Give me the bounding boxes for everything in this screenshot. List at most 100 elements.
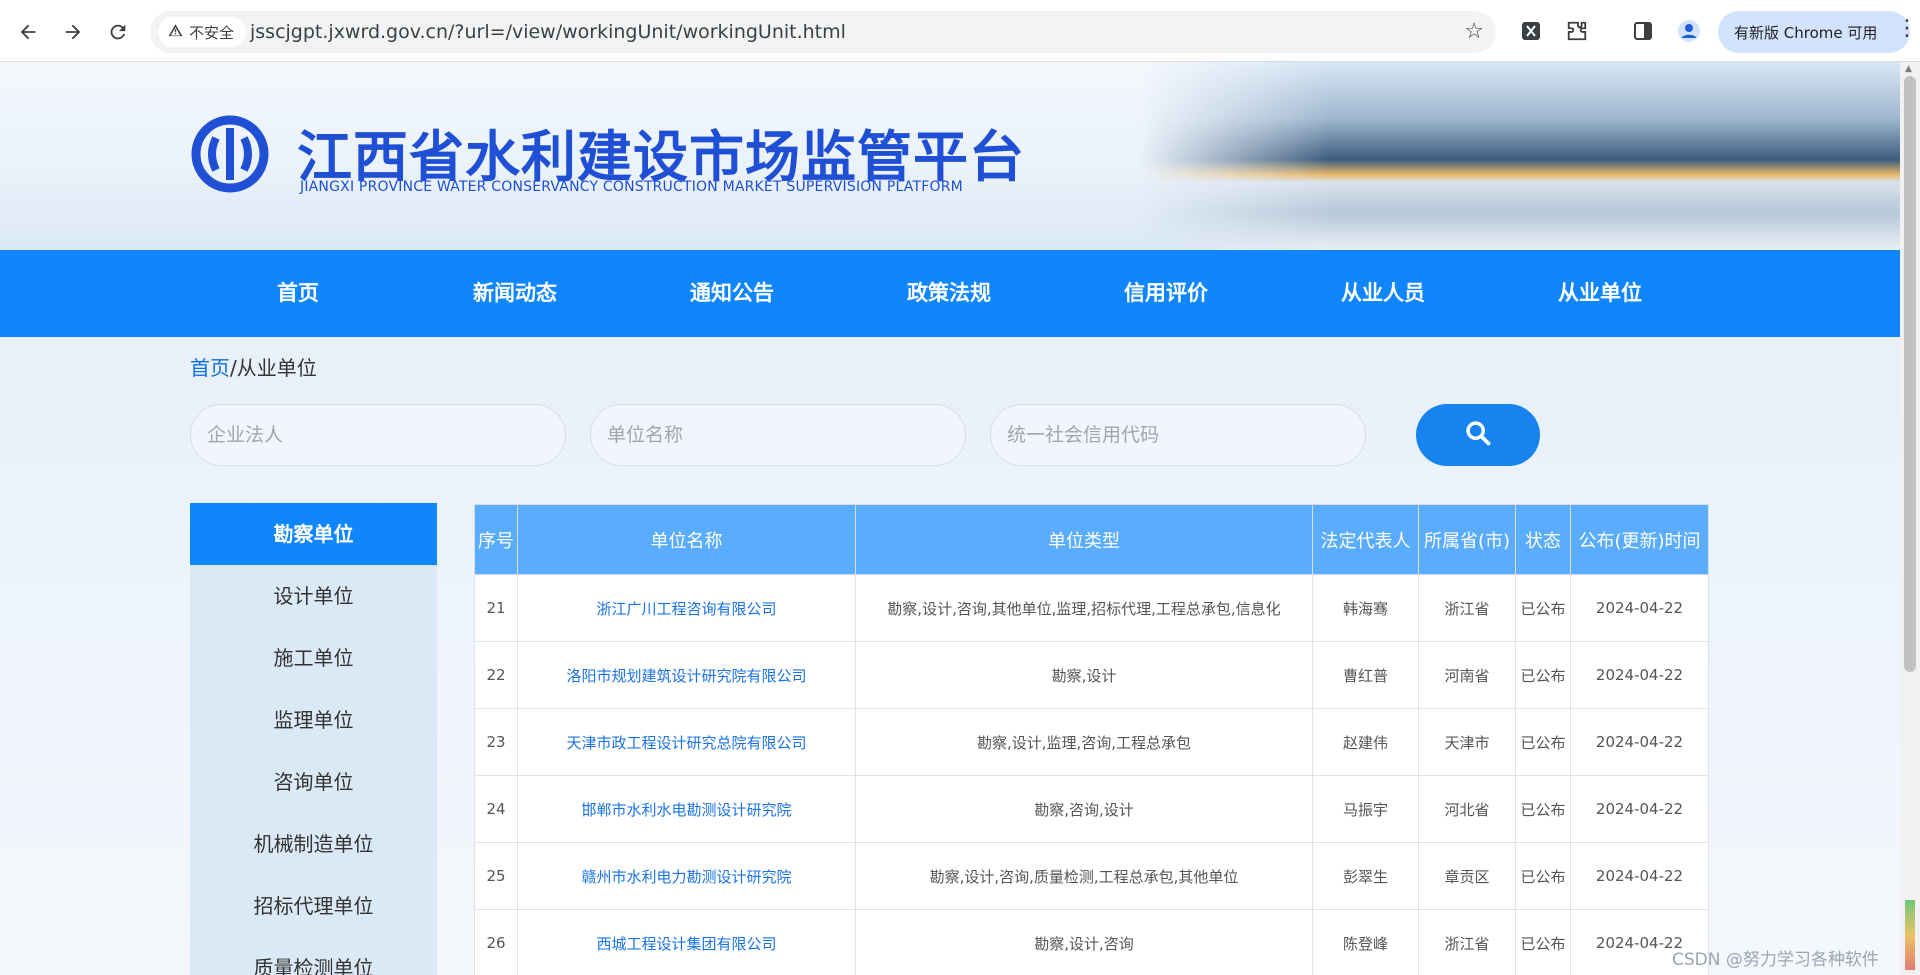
- side-item-machinery[interactable]: 机械制造单位: [190, 813, 437, 875]
- table-row: 24 邯郸市水利水电勘测设计研究院 勘察,咨询,设计 马振宇 河北省 已公布 2…: [474, 775, 1709, 843]
- edge-decoration: [1905, 900, 1915, 970]
- security-label: 不安全: [189, 23, 235, 42]
- table-row: 22 洛阳市规划建筑设计研究院有限公司 勘察,设计 曹红普 河南省 已公布 20…: [474, 641, 1709, 709]
- cell-type: 勘察,设计,监理,咨询,工程总承包: [855, 708, 1313, 776]
- cell-no: 22: [474, 641, 518, 709]
- csdn-watermark: CSDN @努力学习各种软件: [1672, 950, 1879, 970]
- col-header-province: 所属省(市): [1418, 504, 1516, 575]
- cell-rep: 赵建伟: [1312, 708, 1419, 776]
- cell-date: 2024-04-22: [1570, 574, 1709, 642]
- col-header-type: 单位类型: [855, 504, 1313, 575]
- table-row: 21 浙江广川工程咨询有限公司 勘察,设计,咨询,其他单位,监理,招标代理,工程…: [474, 574, 1709, 642]
- col-header-status: 状态: [1515, 504, 1571, 575]
- cell-no: 21: [474, 574, 518, 642]
- profile-avatar-icon[interactable]: [1676, 18, 1702, 44]
- site-subtitle: JIANGXI PROVINCE WATER CONSERVANCY CONST…: [300, 179, 963, 195]
- cell-date: 2024-04-22: [1570, 708, 1709, 776]
- cell-no: 26: [474, 909, 518, 975]
- page-scrollbar[interactable]: ▲: [1900, 62, 1920, 975]
- back-arrow-icon[interactable]: [10, 14, 46, 50]
- main-nav: 首页 新闻动态 通知公告 政策法规 信用评价 从业人员 从业单位: [0, 250, 1900, 337]
- cell-date: 2024-04-22: [1570, 775, 1709, 843]
- breadcrumb-current: /从业单位: [230, 356, 317, 380]
- nav-news[interactable]: 新闻动态: [473, 250, 557, 337]
- forward-arrow-icon[interactable]: [55, 14, 91, 50]
- cell-unit-name-link[interactable]: 邯郸市水利水电勘测设计研究院: [517, 775, 856, 843]
- cell-province: 河南省: [1418, 641, 1516, 709]
- cell-status: 已公布: [1515, 775, 1571, 843]
- lake-sunset-image: [1140, 62, 1900, 250]
- scroll-up-arrow-icon[interactable]: ▲: [1905, 64, 1912, 74]
- credit-code-input[interactable]: 统一社会信用代码: [990, 404, 1366, 466]
- side-item-quality-testing[interactable]: 质量检测单位: [190, 937, 437, 975]
- search-icon: [1464, 419, 1492, 451]
- cell-status: 已公布: [1515, 842, 1571, 910]
- nav-policies[interactable]: 政策法规: [907, 250, 991, 337]
- cell-type: 勘察,设计: [855, 641, 1313, 709]
- cell-unit-name-link[interactable]: 西城工程设计集团有限公司: [517, 909, 856, 975]
- side-item-design[interactable]: 设计单位: [190, 565, 437, 627]
- cell-unit-name-link[interactable]: 赣州市水利电力勘测设计研究院: [517, 842, 856, 910]
- warning-triangle-icon: [168, 23, 183, 42]
- nav-units[interactable]: 从业单位: [1558, 250, 1642, 337]
- cell-no: 24: [474, 775, 518, 843]
- nav-credit-rating[interactable]: 信用评价: [1124, 250, 1208, 337]
- cell-province: 河北省: [1418, 775, 1516, 843]
- units-table: 序号 单位名称 单位类型 法定代表人 所属省(市) 状态 公布(更新)时间 21…: [474, 504, 1709, 975]
- site-banner: 江西省水利建设市场监管平台 JIANGXI PROVINCE WATER CON…: [0, 62, 1900, 250]
- col-header-rep: 法定代表人: [1312, 504, 1419, 575]
- cell-rep: 曹红普: [1312, 641, 1419, 709]
- side-panel-icon[interactable]: [1630, 18, 1656, 44]
- search-button[interactable]: [1416, 404, 1540, 466]
- nav-home[interactable]: 首页: [277, 250, 319, 337]
- unit-name-input[interactable]: 单位名称: [590, 404, 966, 466]
- cell-province: 章贡区: [1418, 842, 1516, 910]
- col-header-no: 序号: [474, 504, 518, 575]
- units-table-wrapper: 序号 单位名称 单位类型 法定代表人 所属省(市) 状态 公布(更新)时间 21…: [474, 504, 1709, 975]
- cell-status: 已公布: [1515, 708, 1571, 776]
- cell-rep: 彭翠生: [1312, 842, 1419, 910]
- cell-rep: 韩海骞: [1312, 574, 1419, 642]
- browser-toolbar: 不安全 jsscjgpt.jxwrd.gov.cn/?url=/view/wor…: [0, 0, 1920, 62]
- water-logo-icon[interactable]: [190, 114, 270, 194]
- unit-category-menu: 勘察单位 设计单位 施工单位 监理单位 咨询单位 机械制造单位 招标代理单位 质…: [190, 503, 437, 975]
- side-item-bidding-agency[interactable]: 招标代理单位: [190, 875, 437, 937]
- table-row: 26 西城工程设计集团有限公司 勘察,设计,咨询 陈登峰 浙江省 已公布 202…: [474, 909, 1709, 975]
- cell-type: 勘察,设计,咨询: [855, 909, 1313, 975]
- cell-type: 勘察,设计,咨询,质量检测,工程总承包,其他单位: [855, 842, 1313, 910]
- side-item-survey[interactable]: 勘察单位: [190, 503, 437, 565]
- reload-icon[interactable]: [100, 14, 136, 50]
- cell-province: 浙江省: [1418, 909, 1516, 975]
- cell-rep: 马振宇: [1312, 775, 1419, 843]
- nav-practitioners[interactable]: 从业人员: [1341, 250, 1425, 337]
- cell-rep: 陈登峰: [1312, 909, 1419, 975]
- cell-status: 已公布: [1515, 909, 1571, 975]
- cell-type: 勘察,设计,咨询,其他单位,监理,招标代理,工程总承包,信息化: [855, 574, 1313, 642]
- breadcrumb-home-link[interactable]: 首页: [190, 356, 230, 380]
- cell-unit-name-link[interactable]: 天津市政工程设计研究总院有限公司: [517, 708, 856, 776]
- menu-kebab-icon[interactable]: ⋮: [1896, 16, 1918, 41]
- cell-date: 2024-04-22: [1570, 641, 1709, 709]
- security-chip[interactable]: 不安全: [158, 17, 247, 47]
- cell-unit-name-link[interactable]: 洛阳市规划建筑设计研究院有限公司: [517, 641, 856, 709]
- nav-notices[interactable]: 通知公告: [690, 250, 774, 337]
- cell-province: 浙江省: [1418, 574, 1516, 642]
- side-item-supervision[interactable]: 监理单位: [190, 689, 437, 751]
- url-text[interactable]: jsscjgpt.jxwrd.gov.cn/?url=/view/working…: [250, 21, 846, 43]
- address-bar[interactable]: 不安全 jsscjgpt.jxwrd.gov.cn/?url=/view/wor…: [150, 11, 1496, 53]
- chrome-update-button[interactable]: 有新版 Chrome 可用: [1718, 11, 1910, 53]
- col-header-date: 公布(更新)时间: [1570, 504, 1709, 575]
- table-row: 25 赣州市水利电力勘测设计研究院 勘察,设计,咨询,质量检测,工程总承包,其他…: [474, 842, 1709, 910]
- cell-unit-name-link[interactable]: 浙江广川工程咨询有限公司: [517, 574, 856, 642]
- cell-status: 已公布: [1515, 574, 1571, 642]
- extensions-puzzle-icon[interactable]: [1564, 18, 1590, 44]
- col-header-name: 单位名称: [517, 504, 856, 575]
- legal-person-input[interactable]: 企业法人: [190, 404, 566, 466]
- bookmark-star-icon[interactable]: ☆: [1464, 19, 1484, 44]
- excel-extension-icon[interactable]: [1518, 18, 1544, 44]
- side-item-construction[interactable]: 施工单位: [190, 627, 437, 689]
- side-item-consulting[interactable]: 咨询单位: [190, 751, 437, 813]
- page-viewport: 江西省水利建设市场监管平台 JIANGXI PROVINCE WATER CON…: [0, 62, 1900, 975]
- table-header-row: 序号 单位名称 单位类型 法定代表人 所属省(市) 状态 公布(更新)时间: [474, 504, 1709, 575]
- scrollbar-thumb[interactable]: [1904, 76, 1916, 672]
